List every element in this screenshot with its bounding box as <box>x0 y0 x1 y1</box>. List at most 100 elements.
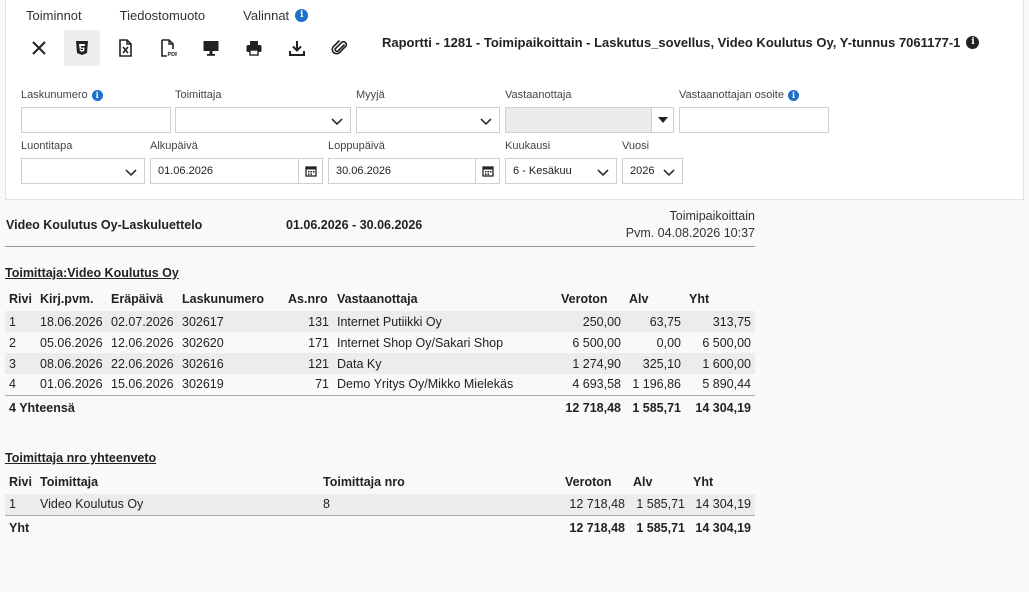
table-cell: Video Koulutus Oy <box>36 494 319 515</box>
luontitapa-field: Luontitapa <box>21 139 145 184</box>
vastaanottaja-select[interactable] <box>505 107 674 133</box>
report-date-to: 30.06.2026 <box>359 218 423 232</box>
table-cell: 05.06.2026 <box>40 335 103 350</box>
col-header: Eräpäivä <box>111 292 164 306</box>
loppupaiva-label: Loppupäivä <box>328 140 385 152</box>
table-row: 4 01.06.2026 15.06.2026 302619 71 Demo Yritys… <box>5 374 755 395</box>
col-header: Laskunumero <box>182 292 264 306</box>
chevron-down-icon <box>125 169 137 177</box>
table-cell: Internet Shop Oy/Sakari Shop <box>337 335 504 350</box>
chevron-down-icon <box>597 169 609 177</box>
table-cell: Data Ky <box>333 353 557 374</box>
table-cell: 121 <box>284 353 333 374</box>
table-cell: 1 <box>5 311 36 332</box>
excel-export-button[interactable] <box>107 30 143 66</box>
table-cell: 302617 <box>178 311 284 332</box>
table-cell: 313,75 <box>685 311 755 332</box>
excel-file-icon <box>119 39 132 57</box>
chevron-down-icon <box>480 118 492 126</box>
table-cell: 18.06.2026 <box>36 311 107 332</box>
laskunumero-input[interactable] <box>21 107 171 133</box>
table-cell: 71 <box>315 377 329 392</box>
vuosi-select[interactable]: 2026 <box>622 158 683 184</box>
paperclip-icon <box>331 40 348 55</box>
info-icon[interactable]: i <box>966 36 980 49</box>
summary-table: Rivi Toimittaja Toimittaja nro Veroton A… <box>5 470 755 541</box>
kuukausi-select[interactable]: 6 - Kesäkuu <box>505 158 617 184</box>
table-row: 1 Video Koulutus Oy 8 12 718,48 1 585,71 14 3… <box>5 494 755 515</box>
report-meta: Toimipaikoittain Pvm. 04.08.2026 10:37 <box>626 208 755 242</box>
report-title: Raportti - 1281 - Toimipaikoittain - Las… <box>382 35 980 50</box>
table-row: 2 05.06.2026 12.06.2026 302620 171 Internet S… <box>5 332 755 353</box>
monitor-icon <box>203 41 219 56</box>
info-icon[interactable]: i <box>787 89 799 101</box>
col-header: Kirj.pvm. <box>40 292 94 306</box>
svg-text:PDF: PDF <box>168 52 178 57</box>
table-cell: 08.06.2026 <box>36 353 107 374</box>
pdf-export-button[interactable]: PDF <box>150 30 186 66</box>
info-icon[interactable]: i <box>295 8 309 22</box>
menu-toiminnot[interactable]: Toiminnot <box>26 6 82 24</box>
table-cell: 02.07.2026 <box>107 311 178 332</box>
col-header: Yht <box>693 475 714 489</box>
calendar-icon[interactable] <box>298 159 322 183</box>
table-total-row: Yht 12 718,48 1 585,71 14 304,19 <box>5 514 755 541</box>
toimittaja-select[interactable] <box>175 107 351 133</box>
col-header: Toimittaja nro <box>323 475 405 489</box>
col-header: Rivi <box>9 292 32 306</box>
printer-icon <box>246 41 262 56</box>
close-button[interactable] <box>21 30 57 66</box>
report-output: Video Koulutus Oy-Laskuluettelo 01.06.20… <box>5 205 755 247</box>
table-cell: 01.06.2026 <box>40 377 103 392</box>
table-cell: 302616 <box>178 353 284 374</box>
download-button[interactable] <box>279 30 315 66</box>
total-veroton: 12 718,48 <box>561 514 629 541</box>
col-header: Alv <box>629 292 649 306</box>
menu-toiminnot-label: Toiminnot <box>26 7 82 23</box>
caret-down-icon[interactable] <box>651 108 673 132</box>
table-cell: 63,75 <box>625 311 685 332</box>
menu-tiedostomuoto[interactable]: Tiedostomuoto <box>120 6 206 24</box>
vastaanottajan-osoite-input[interactable] <box>679 107 829 133</box>
table-cell: 171 <box>308 335 329 350</box>
table-cell: 3 <box>5 353 36 374</box>
menu-valinnat-label: Valinnat <box>243 7 290 23</box>
calendar-icon[interactable] <box>475 159 499 183</box>
print-button[interactable] <box>236 30 272 66</box>
table-cell: 302619 <box>182 377 224 392</box>
table-cell: 2 <box>9 335 16 350</box>
info-icon[interactable]: i <box>91 89 103 101</box>
total-alv: 1 585,71 <box>629 514 689 541</box>
menu-valinnat[interactable]: Valinnat i <box>243 6 309 24</box>
table-cell: 5 890,44 <box>702 377 751 392</box>
html5-button[interactable] <box>64 30 100 66</box>
table-cell: 250,00 <box>557 311 625 332</box>
kuukausi-field: Kuukausi 6 - Kesäkuu <box>505 139 617 184</box>
alkupaiva-input[interactable]: 01.06.2026 <box>150 158 323 184</box>
chevron-down-icon <box>663 169 675 177</box>
alkupaiva-field: Alkupäivä 01.06.2026 <box>150 139 323 184</box>
loppupaiva-input[interactable]: 30.06.2026 <box>328 158 500 184</box>
myyja-select[interactable] <box>356 107 500 133</box>
attachment-button[interactable] <box>322 30 358 66</box>
report-settings-panel: Toiminnot Tiedostomuoto Valinnati PDF R <box>5 0 1024 200</box>
screen-view-button[interactable] <box>193 30 229 66</box>
report-grouping: Toimipaikoittain <box>669 209 755 223</box>
total-yht: 14 304,19 <box>689 514 755 541</box>
total-alv: 1 585,71 <box>625 394 685 421</box>
download-icon <box>289 41 305 56</box>
table-cell: 12.06.2026 <box>111 335 174 350</box>
toolbar: PDF <box>21 30 365 66</box>
table-cell: 1 600,00 <box>685 353 755 374</box>
col-header: As.nro <box>288 292 328 306</box>
vastaanottaja-field: Vastaanottaja <box>505 88 674 133</box>
table-cell: 131 <box>284 311 333 332</box>
col-header: Veroton <box>561 292 608 306</box>
luontitapa-select[interactable] <box>21 158 145 184</box>
report-date-range: 01.06.2026 - 30.06.2026 <box>286 218 422 232</box>
table-cell: 12 718,48 <box>561 494 629 515</box>
chevron-down-icon <box>331 118 343 126</box>
kuukausi-value: 6 - Kesäkuu <box>513 165 572 177</box>
loppupaiva-value: 30.06.2026 <box>336 165 392 177</box>
col-header: Alv <box>633 475 653 489</box>
